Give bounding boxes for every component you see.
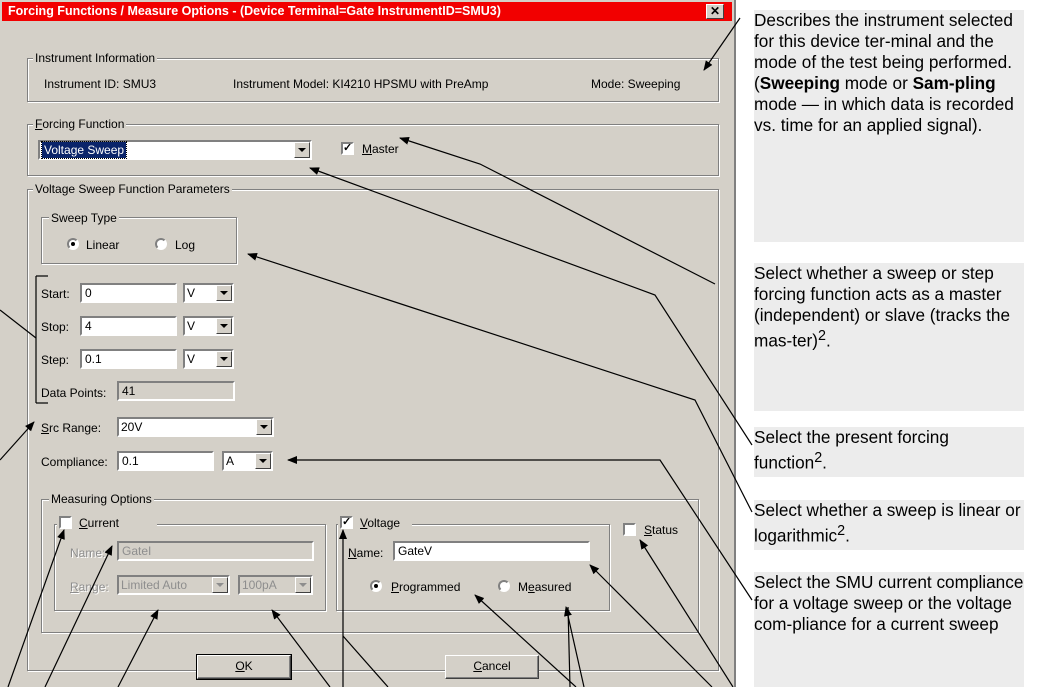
pointer-master	[399, 136, 716, 285]
pointer-src-range	[0, 421, 35, 461]
pointer-voltage-checkbox	[342, 635, 389, 687]
pointer-range-limit	[271, 609, 331, 687]
pointer-forcing-function	[309, 167, 753, 446]
pointer-current-range	[117, 609, 159, 687]
pointer-bracket	[0, 309, 37, 339]
pointer-status	[639, 539, 734, 687]
pointer-current-name	[44, 545, 113, 687]
pointer-sweep-type	[247, 252, 753, 513]
pointer-programmed	[474, 594, 577, 687]
callout-pointer-lines	[0, 17, 753, 687]
pointer-mode	[703, 17, 741, 71]
pointer-compliance	[287, 456, 753, 601]
